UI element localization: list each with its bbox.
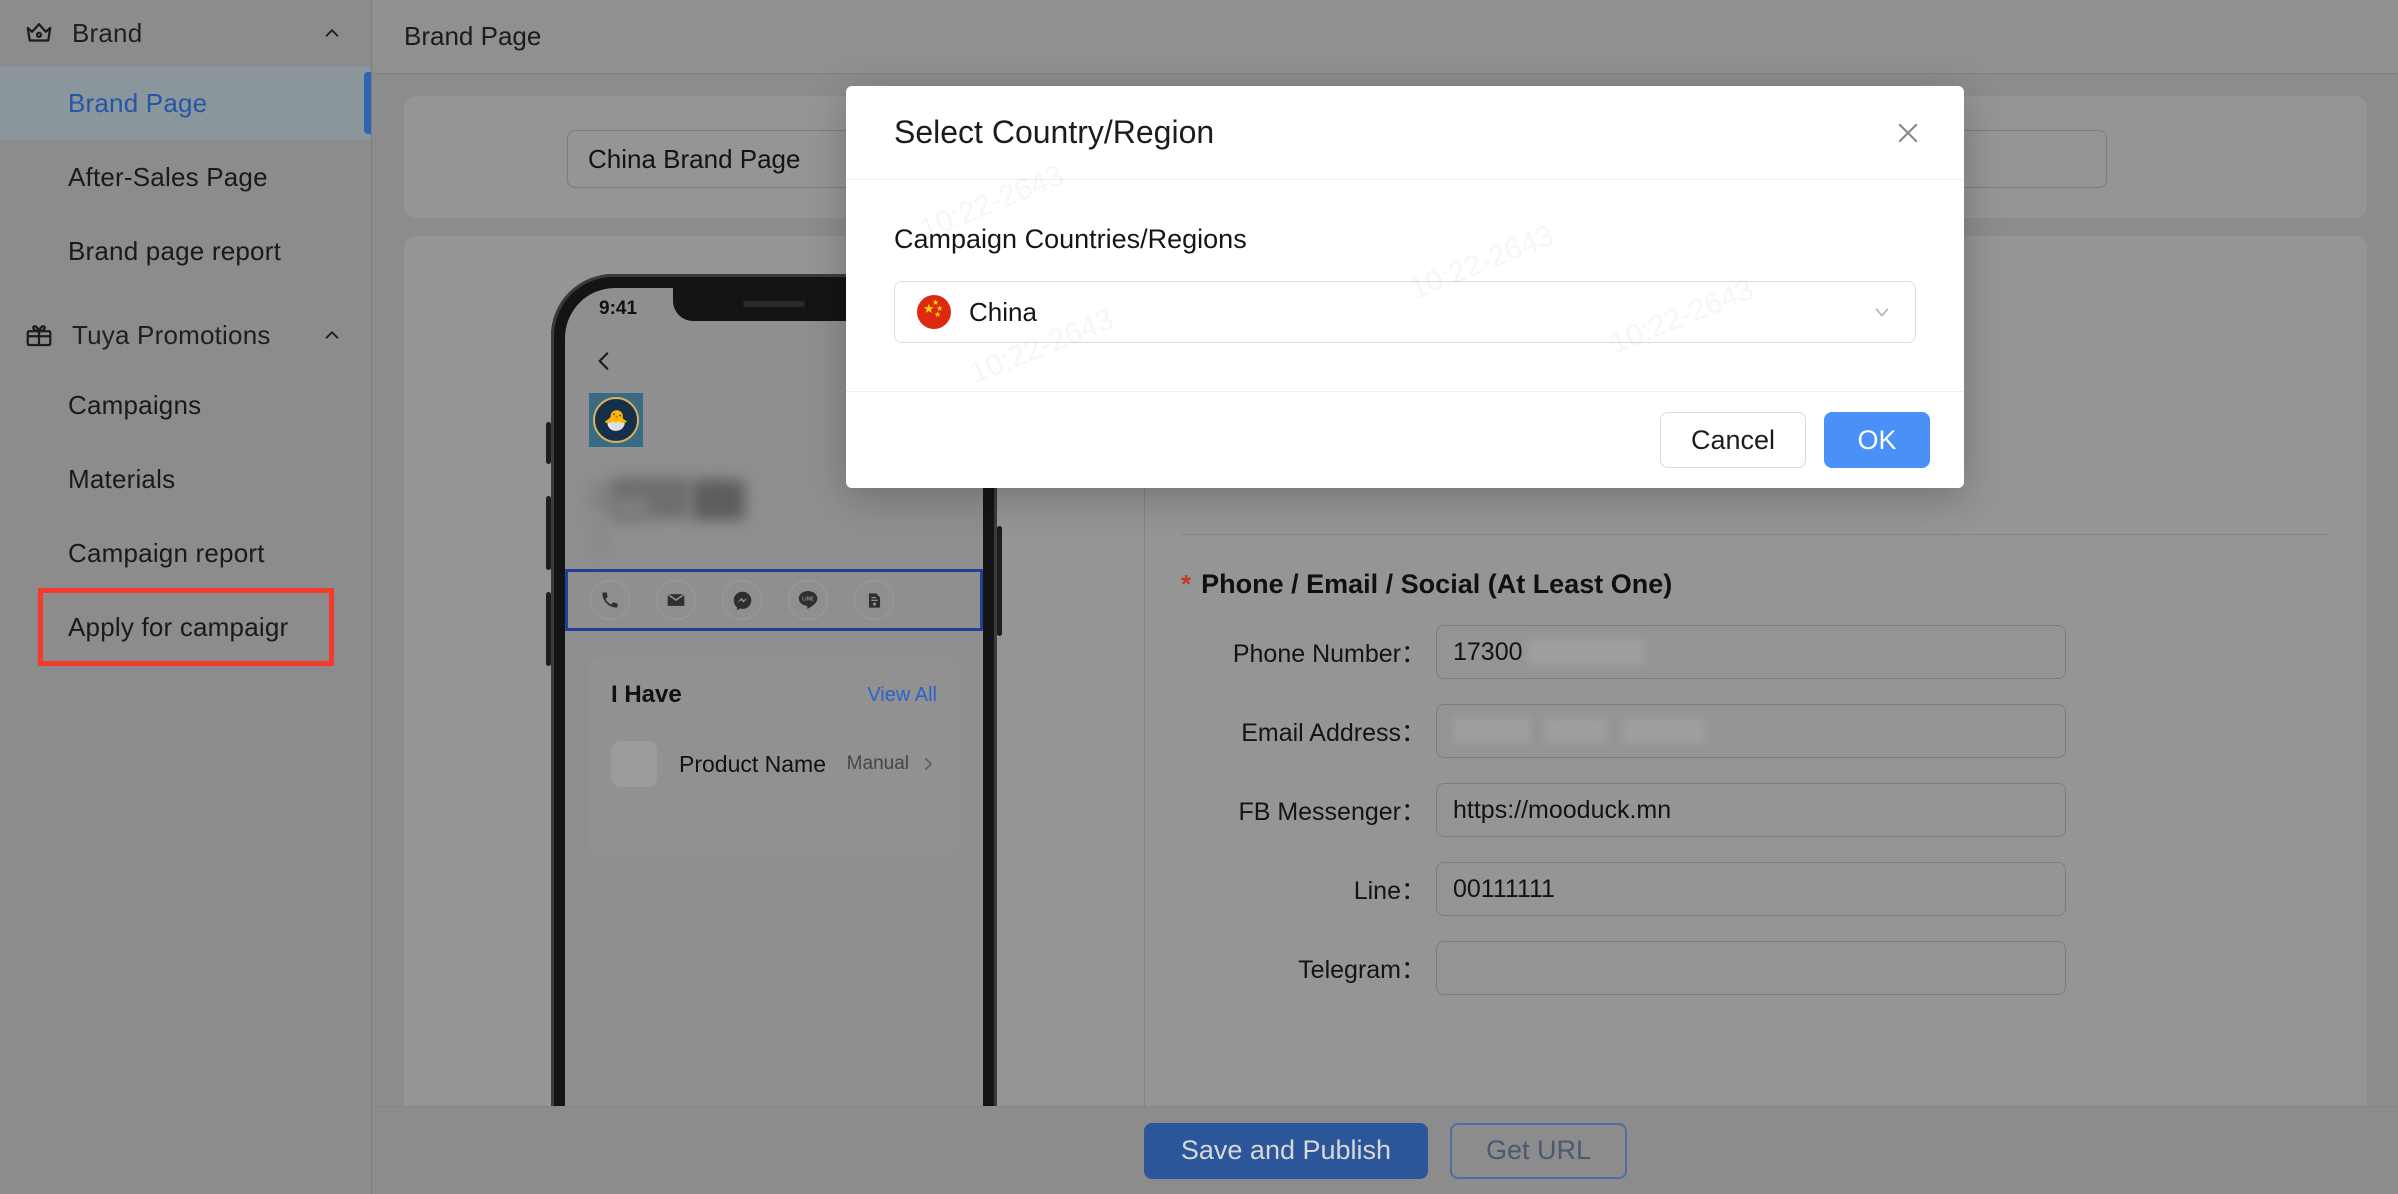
sidebar-item-label: Brand Page (68, 87, 208, 118)
brand-logo-coin: 🐣 (593, 397, 639, 443)
email-icon[interactable] (656, 580, 696, 620)
get-url-button[interactable]: Get URL (1449, 1122, 1628, 1179)
sidebar-item-label: Campaign report (68, 537, 265, 568)
chevron-up-icon[interactable] (319, 20, 345, 46)
phone-mute-switch (546, 422, 551, 464)
svg-text:LINE: LINE (802, 596, 814, 602)
selected-country-label: China (969, 296, 1037, 327)
close-icon[interactable] (1886, 111, 1930, 155)
field-row-phone-number: Phone Number： 17300 (1181, 625, 2329, 679)
cancel-button[interactable]: Cancel (1659, 412, 1806, 468)
dialog-title: Select Country/Region (894, 114, 1215, 150)
document-icon[interactable] (854, 580, 894, 620)
required-asterisk: * (1181, 569, 1192, 599)
sidebar-group-label: Tuya Promotions (72, 319, 271, 350)
i-have-header: I Have View All (611, 681, 937, 709)
bottom-action-bar: Save and Publish Get URL (373, 1106, 2398, 1194)
contact-section-label: Phone / Email / Social (At Least One) (1201, 569, 1673, 599)
sidebar-item-brand-page[interactable]: Brand Page (0, 66, 371, 140)
chevron-down-icon[interactable] (1871, 301, 1893, 323)
gift-icon (22, 318, 56, 352)
sidebar-group-tuya-promotions[interactable]: Tuya Promotions (0, 302, 371, 368)
dialog-header: Select Country/Region (846, 86, 1964, 180)
save-and-publish-button[interactable]: Save and Publish (1143, 1122, 1428, 1179)
contact-section-title: * Phone / Email / Social (At Least One) (1181, 569, 2329, 600)
crown-icon (22, 16, 56, 50)
sidebar-item-label: After-Sales Page (68, 161, 268, 192)
dialog-footer: Cancel OK (846, 392, 1964, 488)
view-all-link[interactable]: View All (867, 684, 937, 707)
blurred-brand-text (693, 480, 745, 520)
masked-value (1623, 718, 1705, 744)
masked-value (1526, 639, 1645, 665)
page-header: Brand Page (373, 0, 2398, 74)
fb-messenger-input[interactable]: https://mooduck.mn (1436, 783, 2066, 837)
campaign-countries-label: Campaign Countries/Regions (894, 224, 1247, 254)
i-have-title: I Have (611, 681, 682, 708)
select-country-region-dialog: Select Country/Region 10:22-2643 10:22-2… (846, 86, 1964, 488)
fb-messenger-label: FB Messenger： (1238, 798, 1426, 826)
field-row-email-address: Email Address： (1181, 704, 2329, 758)
i-have-card: I Have View All Product Name Manual (589, 657, 959, 857)
status-bar-time: 9:41 (599, 298, 638, 319)
sidebar-item-label: Apply for campaigr (68, 611, 289, 642)
dialog-body: 10:22-2643 10:22-2643 10:22-2643 10:22-2… (846, 180, 1964, 392)
sidebar-group-label: Brand (72, 17, 143, 48)
sidebar: Brand Brand Page After-Sales Page Brand … (0, 0, 372, 1194)
phone-power-button (997, 526, 1002, 636)
field-row-fb-messenger: FB Messenger： https://mooduck.mn (1181, 783, 2329, 837)
chevron-left-icon[interactable] (591, 348, 617, 374)
line-label: Line： (1353, 877, 1426, 905)
sidebar-item-label: Brand page report (68, 235, 281, 266)
sidebar-group-brand[interactable]: Brand (0, 0, 371, 66)
masked-value (1453, 718, 1531, 744)
sidebar-item-apply-for-campaign[interactable]: Apply for campaigr (38, 588, 334, 666)
masked-value (1545, 718, 1607, 744)
phone-notch (673, 288, 875, 321)
ok-button[interactable]: OK (1824, 412, 1930, 468)
chevron-right-icon (919, 755, 937, 773)
field-row-line: Line： 00111111 (1181, 862, 2329, 916)
product-name-label: Product Name (679, 750, 827, 777)
phone-number-value: 17300 (1453, 637, 1523, 666)
sidebar-item-materials[interactable]: Materials (0, 442, 371, 516)
sidebar-item-campaign-report[interactable]: Campaign report (0, 516, 371, 590)
phone-speaker (743, 301, 805, 307)
country-select-dropdown[interactable]: ★ ★ ★ ★ China (894, 281, 1916, 343)
page-title: Brand Page (404, 21, 542, 51)
messenger-icon[interactable] (722, 580, 762, 620)
telegram-label: Telegram： (1298, 956, 1426, 984)
phone-volume-down (546, 592, 551, 666)
phone-volume-up (546, 496, 551, 570)
email-address-input[interactable] (1436, 704, 2066, 758)
sidebar-item-campaigns[interactable]: Campaigns (0, 368, 371, 442)
chevron-up-icon[interactable] (319, 322, 345, 348)
product-thumbnail (611, 741, 657, 787)
telegram-input[interactable] (1436, 941, 2066, 995)
field-row-telegram: Telegram： (1181, 941, 2329, 995)
phone-icon[interactable] (590, 580, 630, 620)
sidebar-item-after-sales-page[interactable]: After-Sales Page (0, 140, 371, 214)
phone-number-label: Phone Number： (1232, 640, 1426, 668)
product-manual-label: Manual (846, 753, 909, 774)
product-list-item[interactable]: Product Name Manual (611, 741, 937, 787)
blurred-brand-text (609, 498, 649, 520)
phone-number-input[interactable]: 17300 (1436, 625, 2066, 679)
line-icon[interactable]: LINE (788, 580, 828, 620)
sidebar-item-brand-page-report[interactable]: Brand page report (0, 214, 371, 288)
blurred-brand-text (587, 516, 609, 558)
section-divider (1181, 534, 2329, 535)
sidebar-item-label: Materials (68, 463, 176, 494)
flag-china-icon: ★ ★ ★ ★ (917, 295, 951, 329)
line-input[interactable]: 00111111 (1436, 862, 2066, 916)
social-channel-row[interactable]: LINE (565, 569, 983, 631)
sidebar-item-label: Campaigns (68, 389, 202, 420)
app-root: Brand Brand Page After-Sales Page Brand … (0, 0, 2398, 1194)
email-address-label: Email Address： (1241, 719, 1426, 747)
brand-logo-image: 🐣 (589, 393, 643, 447)
